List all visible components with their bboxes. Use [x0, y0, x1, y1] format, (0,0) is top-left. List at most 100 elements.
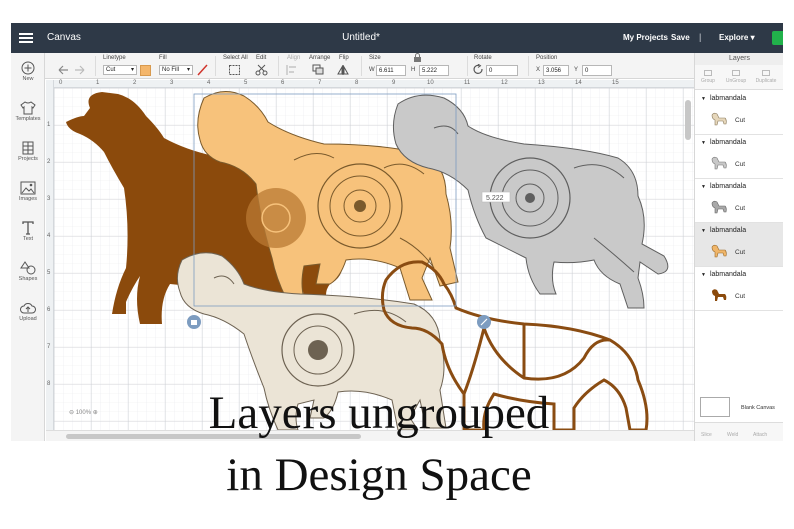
- layer-operation: Cut: [735, 205, 746, 212]
- document-title[interactable]: Untitled*: [11, 32, 711, 43]
- duplicate-button[interactable]: Duplicate: [755, 70, 777, 84]
- rotate-input[interactable]: 0: [486, 65, 518, 76]
- group-button[interactable]: Group: [697, 70, 719, 84]
- ruler-number: 5: [244, 80, 248, 86]
- lock-icon[interactable]: [413, 53, 426, 65]
- layers-toolbar: Group UnGroup Duplicate: [695, 65, 783, 90]
- ruler-number: 3: [47, 196, 51, 202]
- layer-operation: Cut: [735, 161, 746, 168]
- caption-line-1: Layers ungrouped: [208, 387, 550, 439]
- top-separator: |: [699, 32, 702, 42]
- fill-select[interactable]: No Fill ▾: [159, 65, 193, 75]
- ruler-left: 1 2 3 4 5 6 7 8: [46, 80, 54, 430]
- layer-group[interactable]: ▼ labmandala Cut: [695, 267, 783, 311]
- canvas-grid: 5.222: [54, 88, 694, 430]
- layer-group-header[interactable]: ▼ labmandala: [701, 227, 746, 234]
- caption-line-2: in Design Space: [226, 449, 532, 501]
- sidebar-label: Text: [22, 236, 34, 242]
- dog-thumbnail-icon: [711, 200, 727, 214]
- sidebar-label: Templates: [15, 116, 41, 122]
- select-all-label: Select All: [223, 55, 248, 61]
- scrollbar-thumb[interactable]: [685, 100, 691, 140]
- ruler-number: 9: [392, 80, 396, 86]
- dog-thumbnail-icon: [712, 289, 727, 301]
- rotate-icon[interactable]: [473, 64, 486, 76]
- my-projects-link[interactable]: My Projects: [623, 33, 668, 42]
- layer-operation: Cut: [735, 293, 746, 300]
- ruler-number: 12: [501, 80, 508, 86]
- layer-group-header[interactable]: ▼ labmandala: [701, 95, 746, 102]
- height-input[interactable]: 5.222: [419, 65, 449, 76]
- sidebar-item-new[interactable]: New: [11, 61, 45, 82]
- ungroup-icon: [732, 70, 740, 76]
- sidebar-item-projects[interactable]: Projects: [11, 141, 45, 162]
- align-label: Align: [287, 55, 301, 61]
- sidebar-label: New: [22, 76, 34, 82]
- plus-circle-icon: [21, 61, 35, 75]
- sidebar-item-text[interactable]: Text: [11, 221, 45, 242]
- align-icon[interactable]: [285, 64, 298, 76]
- caret-down-icon: ▼: [701, 140, 706, 146]
- x-label: X: [536, 67, 541, 73]
- redo-icon[interactable]: [74, 64, 87, 76]
- toolbar-divider: [528, 56, 529, 76]
- ungroup-label: UnGroup: [725, 78, 747, 84]
- ruler-number: 0: [59, 80, 63, 86]
- make-it-button[interactable]: [772, 31, 783, 45]
- layer-group-name: labmandala: [709, 183, 747, 190]
- chevron-down-icon: ▾: [130, 67, 134, 73]
- ruler-top: 0 1 2 3 4 5 6 7 8 9 10 11 12 13 14 15: [46, 80, 694, 88]
- select-all-icon[interactable]: [228, 64, 241, 76]
- text-icon: [22, 221, 34, 235]
- edit-label: Edit: [256, 55, 267, 61]
- sidebar-label: Upload: [19, 316, 37, 322]
- layer-group[interactable]: ▼ labmandala Cut: [695, 91, 783, 135]
- ruler-number: 6: [47, 307, 51, 313]
- save-button[interactable]: Save: [671, 33, 690, 42]
- vertical-scrollbar[interactable]: [684, 93, 692, 423]
- shirt-icon: [20, 101, 36, 115]
- no-fill-slash-icon[interactable]: [196, 64, 209, 76]
- ungroup-button[interactable]: UnGroup: [725, 70, 747, 84]
- linetype-color-swatch[interactable]: [140, 65, 151, 76]
- arrange-icon[interactable]: [312, 64, 325, 76]
- design-canvas[interactable]: 5.222: [46, 80, 694, 430]
- sidebar-label: Images: [18, 196, 38, 202]
- sidebar-item-shapes[interactable]: Shapes: [11, 261, 45, 282]
- scissors-icon[interactable]: [255, 64, 268, 76]
- lock-icon: [191, 320, 197, 325]
- layer-group-header[interactable]: ▼ labmandala: [701, 271, 746, 278]
- layer-group-name: labmandala: [709, 227, 747, 234]
- toolbar-divider: [215, 56, 216, 76]
- shapes-icon: [20, 261, 36, 275]
- caret-down-icon: ▼: [701, 96, 706, 102]
- sidebar-item-upload[interactable]: Upload: [11, 301, 45, 322]
- position-x-input[interactable]: 3.056: [543, 65, 569, 76]
- layer-group-selected[interactable]: ▼ labmandala Cut: [695, 223, 783, 267]
- width-input[interactable]: 6.611: [376, 65, 406, 76]
- arrange-label: Arrange: [309, 55, 331, 61]
- linetype-select[interactable]: Cut ▾: [103, 65, 137, 75]
- toolbar-divider: [467, 56, 468, 76]
- layer-group-header[interactable]: ▼ labmandala: [701, 139, 746, 146]
- rotate-label: Rotate: [474, 55, 492, 61]
- design-space-window: Canvas Untitled* My Projects Save | Expl…: [11, 23, 783, 441]
- layer-group-name: labmandala: [709, 271, 747, 278]
- layer-group-header[interactable]: ▼ labmandala: [701, 183, 746, 190]
- explore-label: Explore: [719, 33, 749, 42]
- flip-icon[interactable]: [337, 64, 350, 76]
- layer-group[interactable]: ▼ labmandala Cut: [695, 135, 783, 179]
- explore-dropdown[interactable]: Explore ▾: [719, 33, 755, 42]
- caret-down-icon: ▼: [701, 184, 706, 190]
- sidebar-item-templates[interactable]: Templates: [11, 101, 45, 122]
- ruler-number: 5: [47, 270, 51, 276]
- linetype-label: Linetype: [103, 55, 126, 61]
- sidebar-label: Projects: [18, 156, 38, 162]
- undo-icon[interactable]: [56, 64, 69, 76]
- position-y-input[interactable]: 0: [582, 65, 612, 76]
- layer-group[interactable]: ▼ labmandala Cut: [695, 179, 783, 223]
- sidebar-item-images[interactable]: Images: [11, 181, 45, 202]
- ruler-number: 4: [207, 80, 211, 86]
- caret-down-icon: ▼: [701, 272, 706, 278]
- group-icon: [704, 70, 712, 76]
